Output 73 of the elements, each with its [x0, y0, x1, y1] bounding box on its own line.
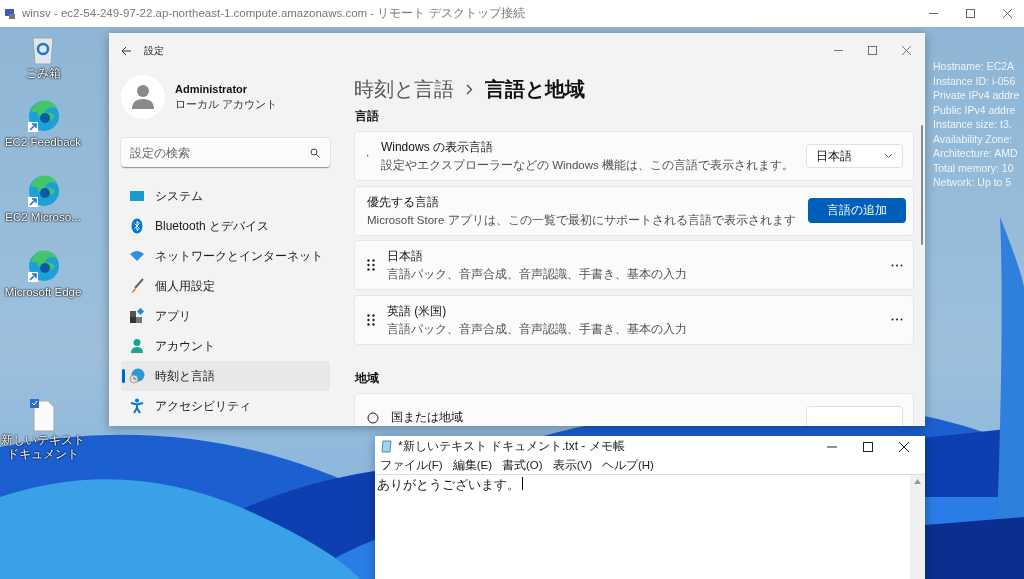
chevron-right-icon — [466, 84, 473, 95]
card-description: Microsoft Store アプリは、この一覧で最初にサポートされる言語で表示されます — [367, 212, 796, 228]
text-document-icon[interactable] — [29, 398, 57, 432]
brush-icon — [129, 278, 145, 294]
globe-clock-icon — [129, 368, 145, 384]
nav-item[interactable]: 時刻と言語 — [121, 361, 330, 391]
card-description: 言語パック、音声合成、音声認識、手書き、基本の入力 — [387, 321, 688, 337]
menu-item[interactable]: 表示(V) — [552, 458, 592, 473]
maximize-icon[interactable] — [863, 441, 873, 452]
user-name: Administrator — [175, 82, 249, 95]
back-icon[interactable] — [121, 45, 132, 56]
account-type: ローカル アカウント — [175, 96, 278, 112]
info-text: Private IPv4 addre — [933, 88, 1020, 103]
info-text: Public IPv4 addre — [933, 102, 1017, 117]
accessibility-icon — [129, 398, 145, 414]
card-title: Windows の表示言語 — [380, 139, 494, 156]
search-icon — [310, 148, 320, 158]
edge-icon[interactable] — [26, 100, 60, 134]
window-title: 設定 — [144, 43, 164, 58]
document-text: ありがとうございます。 — [377, 477, 520, 494]
person-icon — [132, 85, 154, 109]
page-title: 言語と地域 — [485, 77, 585, 102]
more-icon[interactable] — [891, 263, 903, 267]
add-language-button[interactable]: 言語の追加 — [807, 198, 906, 223]
globe-icon — [367, 411, 379, 424]
card-title: 国または地域 — [391, 409, 464, 426]
menu-item[interactable]: ヘルプ(H) — [602, 458, 654, 473]
nav-item[interactable]: アクセシビリティ — [121, 391, 330, 421]
chevron-down-icon — [884, 153, 893, 159]
window-title: *新しいテキスト ドキュメント.txt - メモ帳 — [398, 438, 626, 455]
card-title: 日本語 — [387, 248, 424, 265]
menu-item[interactable]: 編集(E) — [452, 458, 493, 473]
bluetooth-icon — [129, 218, 145, 234]
info-text: Hostname: EC2A — [933, 59, 1016, 74]
maximize-icon[interactable] — [966, 9, 975, 18]
nav-item[interactable]: 個人用設定 — [121, 271, 330, 301]
card-description: 言語パック、音声合成、音声認識、手書き、基本の入力 — [387, 267, 688, 282]
info-text: Network: Up to 5 — [933, 175, 1013, 190]
more-icon[interactable] — [891, 318, 903, 321]
edge-icon[interactable] — [26, 250, 60, 284]
card-description: 設定やエクスプローラーなどの Windows 機能は、この言語で表示されます。 — [380, 158, 794, 173]
search-field[interactable]: 設定の検索 — [121, 138, 330, 168]
card-title: 優先する言語 — [367, 193, 440, 211]
text-cursor — [522, 477, 523, 490]
notepad-icon — [381, 440, 393, 453]
wifi-icon — [129, 248, 145, 264]
menu-item[interactable]: 書式(O) — [502, 458, 543, 473]
info-text: Instance size: t3. — [933, 117, 1013, 132]
language-dropdown[interactable]: 日本語 — [806, 144, 903, 168]
breadcrumb-link[interactable]: 時刻と言語 — [354, 76, 454, 103]
edge-icon[interactable] — [26, 175, 60, 209]
recycle-bin-icon[interactable] — [31, 35, 55, 65]
nav-item[interactable]: Bluetooth とデバイス — [121, 211, 330, 241]
apps-icon — [129, 308, 145, 324]
nav-item[interactable]: ネットワークとインターネット — [121, 241, 330, 271]
menu-item[interactable]: ファイル(F) — [380, 458, 443, 473]
nav-item[interactable]: アプリ — [121, 301, 330, 331]
section-title: 言語 — [355, 109, 380, 124]
section-title: 地域 — [355, 370, 380, 386]
drag-handle-icon[interactable] — [367, 313, 375, 326]
info-text: Availability Zone: — [933, 131, 1014, 146]
info-text: Architecture: AMD — [933, 146, 1019, 161]
remote-desktop-icon — [4, 7, 16, 20]
window-title: winsv - ec2-54-249-97-22.ap-northeast-1.compute.amazonaws.com - リモート デスクトップ接続 — [22, 6, 526, 21]
close-icon[interactable] — [899, 441, 909, 452]
info-text: Total memory: 10 — [933, 160, 1015, 175]
card-title: 英語 (米国) — [387, 302, 448, 320]
info-text: Instance ID: i-056 — [933, 73, 1017, 88]
nav-item[interactable]: アカウント — [121, 331, 330, 361]
monitor-icon — [129, 188, 145, 204]
drag-handle-icon[interactable] — [367, 259, 375, 271]
nav-item[interactable]: システム — [121, 181, 330, 211]
person-icon — [129, 338, 145, 354]
